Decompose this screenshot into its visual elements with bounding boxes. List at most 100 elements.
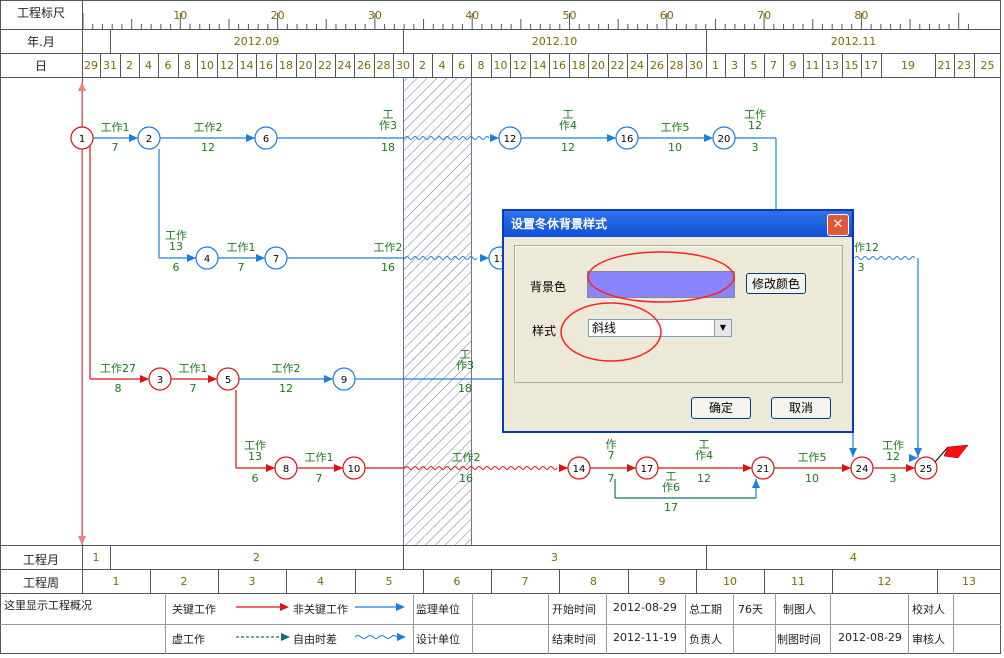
task-name-2: 作4	[695, 449, 713, 462]
eng-week-4: 4	[317, 575, 324, 588]
task-duration: 7	[316, 472, 323, 485]
task-name-2: 13	[248, 450, 262, 463]
node-2[interactable]: 2	[137, 126, 161, 150]
task-duration: 12	[201, 141, 215, 154]
task-name-2: 12	[748, 119, 762, 132]
finish-flag-icon	[934, 444, 969, 463]
day-22: 12	[513, 59, 527, 72]
day-30: 28	[669, 59, 684, 72]
node-14[interactable]: 14	[567, 456, 591, 480]
task-duration: 17	[664, 501, 678, 514]
day-9: 16	[259, 59, 273, 72]
scale-tick-50: 50	[562, 9, 577, 22]
task-duration: 16	[459, 472, 473, 485]
end-time-label: 结束时间	[552, 633, 596, 646]
day-36: 9	[789, 59, 797, 72]
eng-week-11: 11	[791, 575, 805, 588]
day-43: 23	[957, 59, 971, 72]
day-42: 21	[937, 59, 952, 72]
node-6[interactable]: 6	[254, 126, 278, 150]
day-39: 15	[844, 59, 859, 72]
day-23: 14	[532, 59, 547, 72]
node-label: 6	[263, 134, 269, 145]
scale-tick-20: 20	[270, 9, 285, 22]
task-name: 工作5	[661, 121, 690, 134]
eng-week-1: 1	[112, 575, 120, 588]
node-label: 24	[856, 464, 869, 475]
task-name: 工作1	[305, 451, 334, 464]
day-29: 26	[650, 59, 664, 72]
task-name-2: 作4	[559, 119, 577, 132]
task-duration: 18	[381, 141, 395, 154]
node-20[interactable]: 20	[712, 126, 736, 150]
node-21[interactable]: 21	[751, 456, 775, 480]
cancel-button[interactable]: 取消	[771, 397, 831, 419]
day-34: 5	[750, 59, 758, 72]
style-select-value: 斜线	[592, 321, 617, 335]
node-label: 4	[204, 254, 210, 265]
drawer-label: 制图人	[783, 603, 816, 616]
day-31: 30	[689, 59, 703, 72]
style-select[interactable]: 斜线 ▼	[588, 319, 732, 337]
start-time-label: 开始时间	[552, 603, 596, 616]
end-time-value: 2012-11-19	[613, 631, 677, 644]
supervisor-label: 监理单位	[416, 603, 460, 616]
day-15: 28	[376, 59, 391, 72]
checker-label: 校对人	[912, 603, 945, 616]
eng-month-4: 4	[850, 551, 857, 564]
node-17[interactable]: 17	[635, 456, 659, 480]
node-24[interactable]: 24	[850, 456, 874, 480]
task-name-2: 13	[169, 240, 183, 253]
task-duration: 7	[238, 261, 245, 274]
close-icon[interactable]: ✕	[827, 214, 849, 236]
task-name-2: 作3	[456, 359, 474, 372]
node-label: 14	[573, 464, 586, 475]
chevron-down-icon[interactable]: ▼	[714, 320, 731, 336]
legend-critical-label: 关键工作	[172, 603, 216, 616]
node-label: 16	[621, 134, 634, 145]
dialog-title: 设置冬休背景样式	[504, 211, 852, 237]
scale-tick-10: 10	[173, 9, 188, 22]
node-label: 25	[920, 464, 933, 475]
day-8: 14	[239, 59, 254, 72]
project-overview: 这里显示工程概况	[4, 599, 92, 612]
month-2012.11: 2012.11	[830, 35, 877, 48]
task-name: 工作5	[798, 451, 827, 464]
day-10: 18	[279, 59, 293, 72]
network-schedule-window: 1 2 6 12 16 20 4 7 11 3 5 9 8 10 14 17 21 24 25 工作1 7 工作2 12 工作…	[0, 0, 1004, 658]
start-time-value: 2012-08-29	[613, 601, 677, 614]
node-25[interactable]: 25	[914, 456, 938, 480]
node-7[interactable]: 7	[264, 246, 288, 270]
task-duration: 10	[668, 141, 682, 154]
node-16[interactable]: 16	[615, 126, 639, 150]
day-19: 6	[458, 59, 465, 72]
node-12[interactable]: 12	[498, 126, 522, 150]
month-2012.10: 2012.10	[531, 35, 578, 48]
scale-tick-30: 30	[367, 9, 382, 22]
day-row-label: 日	[34, 59, 47, 73]
node-3[interactable]: 3	[148, 367, 172, 391]
modify-color-button[interactable]: 修改颜色	[746, 273, 806, 294]
month-row-label: 年.月	[27, 35, 55, 49]
day-40: 17	[864, 59, 878, 72]
task-duration: 3	[890, 472, 897, 485]
task-duration: 8	[115, 382, 122, 395]
node-10[interactable]: 10	[342, 456, 366, 480]
day-5: 8	[184, 59, 191, 72]
day-26: 20	[591, 59, 605, 72]
node-4[interactable]: 4	[195, 246, 219, 270]
scale-row-label: 工程标尺	[16, 6, 65, 20]
task-duration: 12	[697, 472, 711, 485]
node-1[interactable]: 1	[70, 126, 94, 150]
node-9[interactable]: 9	[332, 367, 356, 391]
node-8[interactable]: 8	[274, 456, 298, 480]
eng-month-1: 1	[92, 551, 100, 564]
legend-freefloat-label: 自由时差	[293, 633, 337, 646]
node-label: 2	[146, 134, 152, 145]
task-name: 工作1	[101, 121, 130, 134]
day-3: 4	[145, 59, 152, 72]
ok-button[interactable]: 确定	[691, 397, 751, 419]
node-label: 7	[273, 254, 279, 265]
day-2: 2	[126, 59, 133, 72]
node-5[interactable]: 5	[216, 367, 240, 391]
